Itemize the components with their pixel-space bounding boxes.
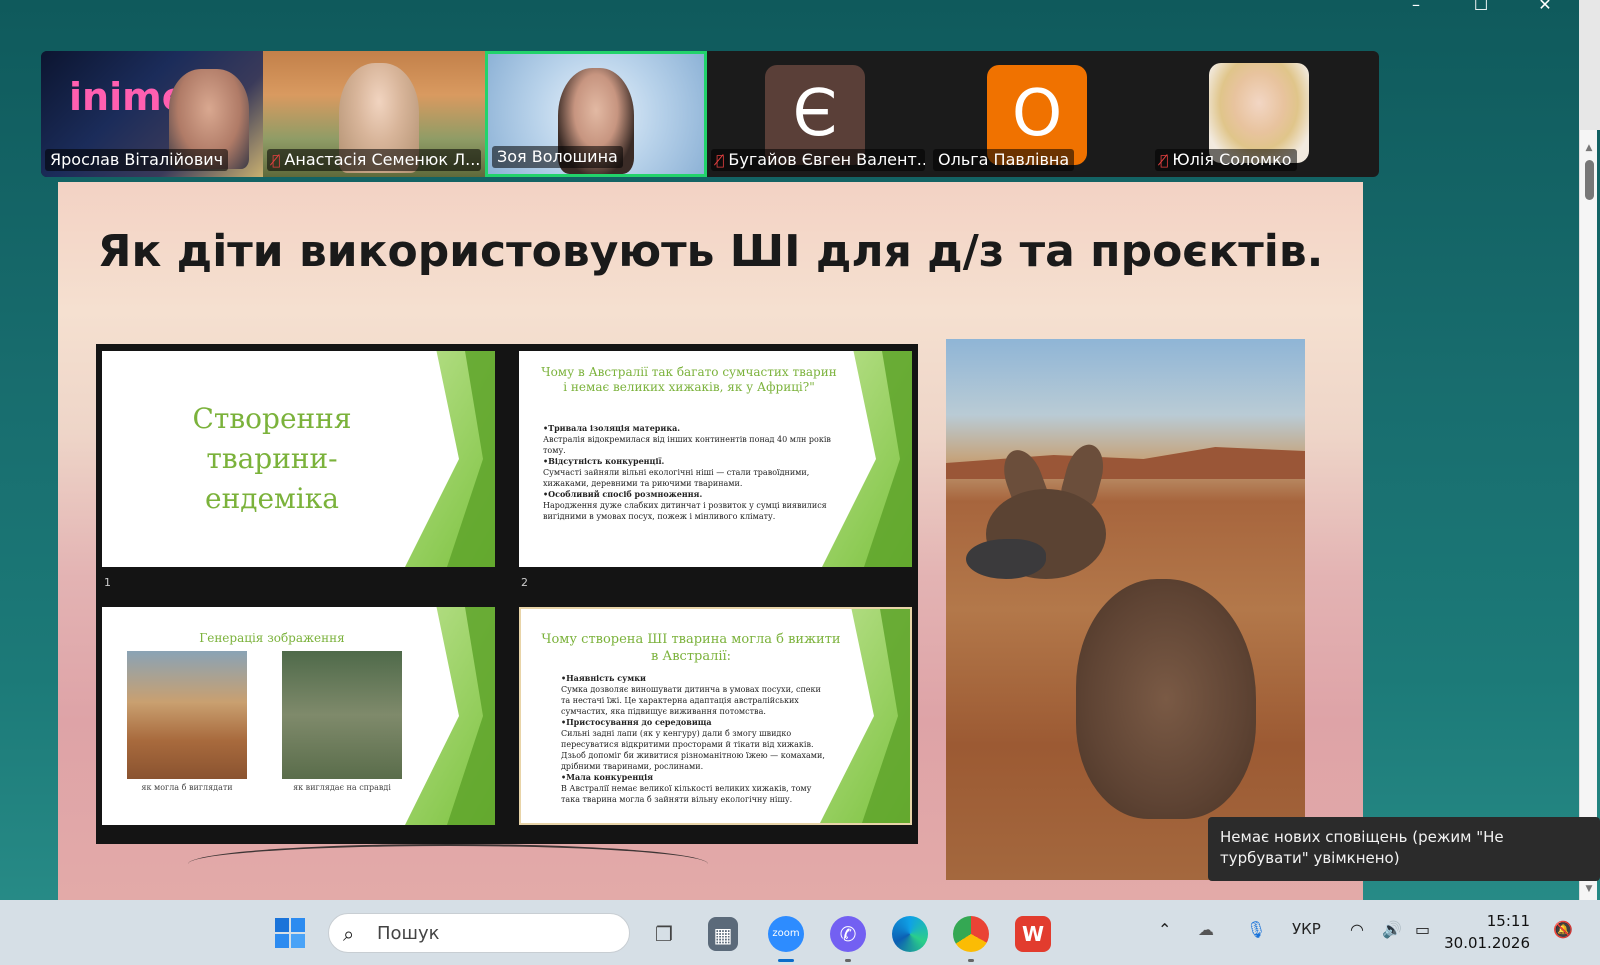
bullet-heading: •Наявність сумки — [561, 673, 646, 683]
participant-tile[interactable]: О Ольга Павлівна — [929, 51, 1151, 177]
participant-name: Зоя Волошина — [492, 146, 623, 168]
bullet-heading: •Пристосування до середовища — [561, 717, 712, 727]
participant-name: 🎙̸ Анастасія Семенюк Л... — [267, 149, 481, 171]
shared-screen: Як діти використовують ШІ для д/з та про… — [58, 182, 1363, 900]
search-icon: ⌕ — [343, 922, 355, 946]
participant-name: Ярослав Віталійович — [45, 149, 229, 171]
animal-beak — [966, 539, 1046, 579]
clock[interactable]: 15:11 30.01.2026 — [1410, 910, 1530, 954]
slide-number: 1 — [104, 576, 111, 589]
participant-tile[interactable]: 🎙̸ Юлія Соломко — [1151, 51, 1373, 177]
maximize-button[interactable]: ☐ — [1461, 0, 1501, 14]
participant-name: Ольга Павлівна — [933, 149, 1075, 171]
wps-office-icon[interactable]: W — [1015, 916, 1051, 952]
minimize-button[interactable]: – — [1396, 0, 1436, 14]
bullet-heading: •Особливий спосіб розмноження. — [543, 489, 703, 499]
photo-hills — [946, 447, 1305, 479]
bullet-heading: •Тривала ізоляція материка. — [543, 423, 681, 433]
mic-muted-icon: 🎙̸ — [1160, 153, 1169, 169]
handwritten-signature — [188, 844, 708, 884]
vertical-scrollbar[interactable]: ▲ ▼ — [1579, 130, 1597, 900]
clock-time: 15:11 — [1486, 912, 1530, 930]
mic-muted-icon: 🎙̸ — [272, 153, 281, 169]
participant-avatar-photo — [1209, 63, 1309, 163]
close-button[interactable]: ✕ — [1525, 0, 1565, 14]
image-caption: як могла б виглядати — [141, 783, 233, 792]
slide-thumb-title: Чому в Австралії так багато сумчастих тв… — [541, 365, 837, 394]
cloud-offline-icon[interactable]: ☁ — [1198, 920, 1214, 939]
participant-name-text: Юлія Соломко — [1172, 150, 1292, 169]
show-hidden-icons[interactable]: ⌃ — [1158, 920, 1171, 939]
task-view-icon[interactable]: ❐ — [646, 916, 682, 952]
participant-name-text: Анастасія Семенюк Л... — [284, 150, 481, 169]
running-indicator — [968, 959, 974, 962]
slide-thumb-1[interactable]: Створення тварини-ендеміка — [102, 351, 495, 567]
kangaroo-image — [282, 651, 402, 779]
chrome-icon[interactable] — [953, 916, 989, 952]
running-indicator — [845, 959, 851, 962]
zoom-app-icon[interactable]: zoom — [768, 916, 804, 952]
wifi-icon[interactable]: ◠ — [1350, 920, 1364, 939]
window-edge — [1579, 0, 1600, 130]
zoom-active-indicator — [778, 959, 794, 962]
slide-thumb-3[interactable]: Генерація зображення як могла б виглядат… — [102, 607, 495, 825]
slide-thumb-title: Генерація зображення — [199, 631, 345, 645]
slide-thumb-title: Чому створена ШІ тварина могла б вижити … — [541, 632, 841, 664]
taskbar-search[interactable]: ⌕ Пошук — [328, 913, 630, 953]
bullet-heading: •Мала конкуренція — [561, 772, 654, 782]
mic-muted-icon: 🎙̸ — [716, 153, 725, 169]
edge-icon[interactable] — [892, 916, 928, 952]
participant-name: 🎙̸ Юлія Соломко — [1155, 149, 1297, 171]
participant-tile-active[interactable]: Зоя Волошина — [485, 51, 707, 177]
slide-thumb-4[interactable]: Чому створена ШІ тварина могла б вижити … — [519, 607, 912, 825]
bullet-text: Сумчасті зайняли вільні екологічні ніші … — [543, 468, 810, 488]
slide-thumb-body: •Наявність сумки Сумка дозволяє виношува… — [561, 673, 831, 805]
scroll-down-icon[interactable]: ▼ — [1584, 885, 1594, 894]
microphone-icon[interactable]: 🎙 — [1246, 920, 1266, 939]
participant-tile[interactable]: inimeƏ Ярослав Віталійович — [41, 51, 263, 177]
taskbar: ⌕ Пошук ❐ ▦ zoom ✆ W ⌃ ☁ 🎙 УКР ◠ 🔊 ▭ 15:… — [0, 900, 1600, 965]
bullet-text: Австралія відокремилася від інших контин… — [543, 435, 831, 455]
notification-toast: Немає нових сповіщень (режим "Не турбува… — [1208, 817, 1600, 881]
slide-thumbnails-panel: Створення тварини-ендеміка 1 Чому в Авст… — [96, 344, 918, 844]
volume-icon[interactable]: 🔊 — [1382, 920, 1402, 939]
slide-number: 2 — [521, 576, 528, 589]
slide-title: Як діти використовують ШІ для д/з та про… — [97, 226, 1324, 277]
participant-tile[interactable]: Є 🎙̸ Бугайов Євген Валент... — [707, 51, 929, 177]
bullet-text: В Австралії немає великої кількості вели… — [561, 784, 812, 804]
participant-name: 🎙̸ Бугайов Євген Валент... — [711, 149, 925, 171]
participant-name-text: Бугайов Євген Валент... — [728, 150, 925, 169]
search-placeholder: Пошук — [377, 923, 440, 944]
bullet-text: Народження дуже слабких дитинчат і розви… — [543, 501, 827, 521]
bullet-text: Сумка дозволяє виношувати дитинча в умов… — [561, 685, 821, 716]
image-caption: як виглядає на справді — [293, 783, 391, 792]
clock-date: 30.01.2026 — [1444, 934, 1530, 952]
calculator-icon[interactable]: ▦ — [708, 917, 738, 951]
bullet-text: Сильні задні лапи (як у кенгуру) дали б … — [561, 729, 825, 771]
generated-animal-image — [127, 651, 247, 779]
participant-strip: inimeƏ Ярослав Віталійович 🎙̸ Анастасія С… — [41, 51, 1379, 177]
slide-thumb-body: •Тривала ізоляція материка. Австралія ві… — [543, 423, 833, 522]
animal-body — [1076, 579, 1256, 819]
scrollbar-thumb[interactable] — [1585, 160, 1594, 200]
slide-thumb-title: Створення тварини-ендеміка — [192, 402, 352, 515]
participant-tile[interactable]: 🎙̸ Анастасія Семенюк Л... — [263, 51, 485, 177]
platypus-kangaroo-photo — [946, 339, 1305, 880]
bullet-heading: •Відсутність конкуренції. — [543, 456, 665, 466]
viber-icon[interactable]: ✆ — [830, 916, 866, 952]
scroll-up-icon[interactable]: ▲ — [1584, 144, 1594, 153]
language-indicator[interactable]: УКР — [1292, 920, 1321, 938]
notifications-dnd-icon[interactable]: 🔕 — [1553, 920, 1573, 939]
windows-start-icon[interactable] — [272, 916, 308, 952]
slide-thumb-2[interactable]: Чому в Австралії так багато сумчастих тв… — [519, 351, 912, 567]
